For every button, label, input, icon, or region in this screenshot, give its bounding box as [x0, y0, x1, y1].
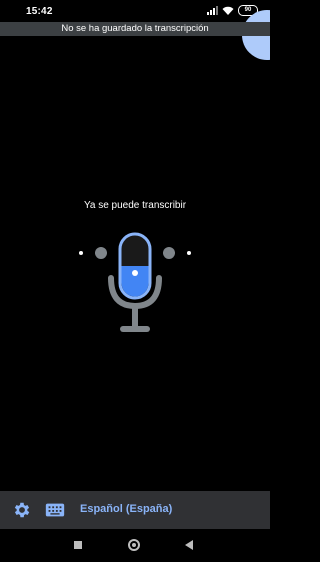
level-dot-right-large: [163, 247, 175, 259]
level-dot-right-small: [187, 251, 191, 255]
language-selector[interactable]: Español (España): [80, 503, 172, 515]
recent-apps-icon[interactable]: [74, 541, 82, 549]
settings-gear-icon[interactable]: [12, 500, 32, 520]
level-dot-left-large: [95, 247, 107, 259]
microphone-icon: [79, 232, 191, 332]
status-icons: 90: [207, 5, 258, 16]
battery-level: 90: [244, 7, 252, 13]
unsaved-transcription-banner: No se ha guardado la transcripción: [0, 22, 270, 36]
status-bar: 15:42 90: [0, 0, 270, 22]
screen: 15:42 90 No se ha guardado la transcripc…: [0, 0, 270, 562]
level-dot-left-small: [79, 251, 83, 255]
back-icon[interactable]: [185, 540, 193, 550]
keyboard-icon[interactable]: [44, 500, 66, 520]
system-navigation-bar: [0, 529, 270, 562]
wifi-icon: [222, 6, 234, 15]
banner-text: No se ha guardado la transcripción: [61, 23, 209, 34]
signal-icon: [207, 6, 218, 15]
home-icon[interactable]: [128, 539, 140, 551]
ready-status-text: Ya se puede transcribir: [83, 200, 187, 211]
microphone-illustration: [70, 228, 200, 338]
bottom-toolbar: Español (España): [0, 491, 270, 529]
status-time: 15:42: [26, 6, 53, 17]
